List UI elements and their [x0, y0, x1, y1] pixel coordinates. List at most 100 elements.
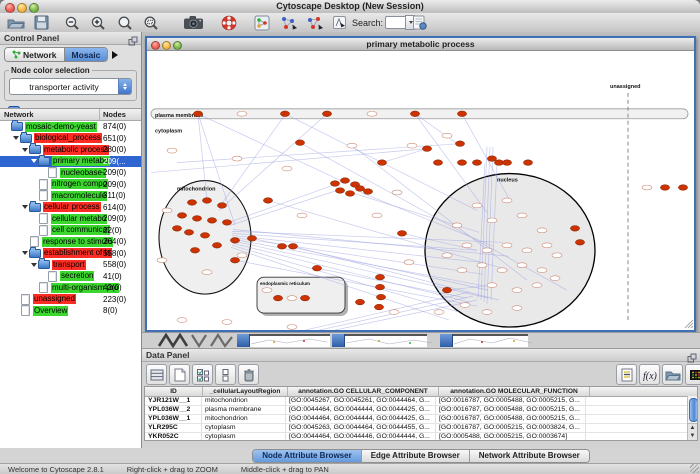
vizmapper-icon[interactable]	[332, 14, 347, 31]
network-node[interactable]	[207, 218, 216, 224]
table-column-header[interactable]: ID	[145, 387, 203, 396]
network-node[interactable]	[389, 310, 399, 315]
network-node[interactable]	[340, 178, 349, 184]
scrollbar-arrows[interactable]: ▲▼	[688, 423, 697, 440]
network-node[interactable]	[434, 310, 444, 315]
tree-row[interactable]: cellular process614(0)	[0, 202, 141, 214]
network-node[interactable]	[355, 299, 364, 305]
network-node[interactable]	[167, 148, 177, 153]
tree-expand-arrow-icon[interactable]	[21, 205, 29, 209]
zoom-in-icon[interactable]	[90, 14, 106, 31]
network-node[interactable]	[502, 160, 511, 166]
table-scrollbar[interactable]: ▲▼	[687, 396, 697, 440]
network-node[interactable]	[322, 111, 331, 117]
network-node[interactable]	[200, 233, 209, 239]
network-view-titlebar[interactable]: primary metabolic process	[147, 38, 694, 51]
network-node[interactable]	[300, 295, 309, 301]
zoom-fit-icon[interactable]	[117, 14, 133, 31]
network-node[interactable]	[542, 243, 552, 248]
tree-row[interactable]: secretion41(0)	[0, 271, 141, 283]
network-node[interactable]	[422, 146, 431, 152]
network-node[interactable]	[297, 213, 307, 218]
network-node[interactable]	[472, 160, 481, 166]
network-node[interactable]	[392, 190, 402, 195]
tree-row[interactable]: primary metabo209(...	[0, 156, 141, 168]
network-node[interactable]	[375, 274, 384, 280]
network-node[interactable]	[230, 257, 239, 263]
network-node[interactable]	[287, 325, 297, 330]
window-titlebar[interactable]: Cytoscape Desktop (New Session)	[0, 0, 700, 14]
network-node[interactable]	[487, 218, 497, 223]
network-node[interactable]	[462, 243, 472, 248]
network-node[interactable]	[410, 111, 419, 117]
more-tabs-arrow-icon[interactable]	[112, 51, 118, 59]
network-node[interactable]	[397, 231, 406, 237]
network-node[interactable]	[523, 160, 532, 166]
network-node[interactable]	[375, 284, 384, 290]
network-view-window[interactable]: primary metabolic process plasma membran…	[145, 36, 696, 332]
network-node[interactable]	[502, 198, 512, 203]
network-canvas[interactable]: plasma membrane cytoplasm mitochondrion …	[147, 51, 694, 330]
network-node[interactable]	[404, 260, 414, 265]
network-node[interactable]	[190, 247, 199, 253]
network-node[interactable]	[335, 188, 344, 194]
table-row[interactable]: YPL036W__2plasma membrane[GO:0044464, GO…	[145, 406, 697, 415]
network-node[interactable]	[202, 198, 211, 204]
table-column-header[interactable]: annotation.GO MOLECULAR_FUNCTION	[439, 387, 590, 396]
tree-expand-arrow-icon[interactable]	[30, 263, 38, 267]
minimized-window[interactable]	[440, 334, 528, 347]
tree-row[interactable]: mosaic-demo-yeast874(0)	[0, 121, 141, 133]
notes-icon[interactable]	[616, 364, 637, 385]
table-row[interactable]: YLR295Ccytoplasm[GO:0045263, GO:0044464,…	[145, 424, 697, 433]
network-node[interactable]	[442, 287, 451, 293]
table-row[interactable]: YJR121W__1mitochondrion[GO:0045267, GO:0…	[145, 397, 697, 406]
network-node[interactable]	[288, 244, 297, 250]
zoom-selected-icon[interactable]	[143, 14, 159, 31]
network-node[interactable]	[193, 111, 202, 117]
network-node[interactable]	[678, 185, 687, 191]
network-node[interactable]	[355, 186, 364, 192]
network-node[interactable]	[472, 203, 482, 208]
network-node[interactable]	[363, 189, 372, 195]
network-node[interactable]	[212, 243, 221, 249]
tree-expand-arrow-icon[interactable]	[30, 159, 38, 163]
tree-row[interactable]: cellular metabo209(0)	[0, 213, 141, 225]
tab-network[interactable]: Network	[5, 48, 64, 61]
network-node[interactable]	[487, 283, 497, 288]
network-node[interactable]	[230, 238, 239, 244]
network-node[interactable]	[184, 230, 193, 236]
tree-expand-arrow-icon[interactable]	[21, 251, 29, 255]
network-node[interactable]	[517, 263, 527, 268]
network-node[interactable]	[532, 283, 542, 288]
select-attributes-icon[interactable]	[192, 364, 213, 385]
network-node[interactable]	[537, 268, 547, 273]
network-node[interactable]	[277, 244, 286, 250]
search-input[interactable]	[385, 16, 405, 29]
tab-network-attribute-browser[interactable]: Network Attribute Browser	[469, 450, 589, 462]
table-column-header[interactable]: _cellularLayoutRegion	[203, 387, 288, 396]
network-node[interactable]	[660, 185, 669, 191]
snapshot-camera-icon[interactable]	[183, 14, 204, 31]
tree-row[interactable]: establishment of lo558(0)	[0, 248, 141, 260]
network-node[interactable]	[282, 166, 292, 171]
table-row[interactable]: YPL036W__1mitochondrion[GO:0044464, GO:0…	[145, 415, 697, 424]
minimized-window[interactable]	[332, 334, 427, 347]
delete-attribute-icon[interactable]	[238, 364, 259, 385]
network-node[interactable]	[232, 156, 242, 161]
network-node[interactable]	[457, 111, 466, 117]
network-node[interactable]	[537, 228, 547, 233]
tree-row[interactable]: biological_process651(0)	[0, 133, 141, 145]
tree-row[interactable]: unassigned223(0)	[0, 294, 141, 306]
network-node[interactable]	[367, 111, 377, 116]
node-color-dropdown[interactable]: transporter activity	[9, 78, 132, 95]
network-node[interactable]	[273, 295, 282, 301]
network-node[interactable]	[570, 226, 579, 232]
network-node[interactable]	[457, 160, 466, 166]
network-node[interactable]	[202, 270, 212, 275]
network-node[interactable]	[552, 253, 562, 258]
network-node[interactable]	[522, 248, 532, 253]
zoom-out-icon[interactable]	[64, 14, 80, 31]
tab-node-attribute-browser[interactable]: Node Attribute Browser	[253, 450, 361, 462]
network-node[interactable]	[460, 303, 470, 308]
network-node[interactable]	[502, 243, 512, 248]
